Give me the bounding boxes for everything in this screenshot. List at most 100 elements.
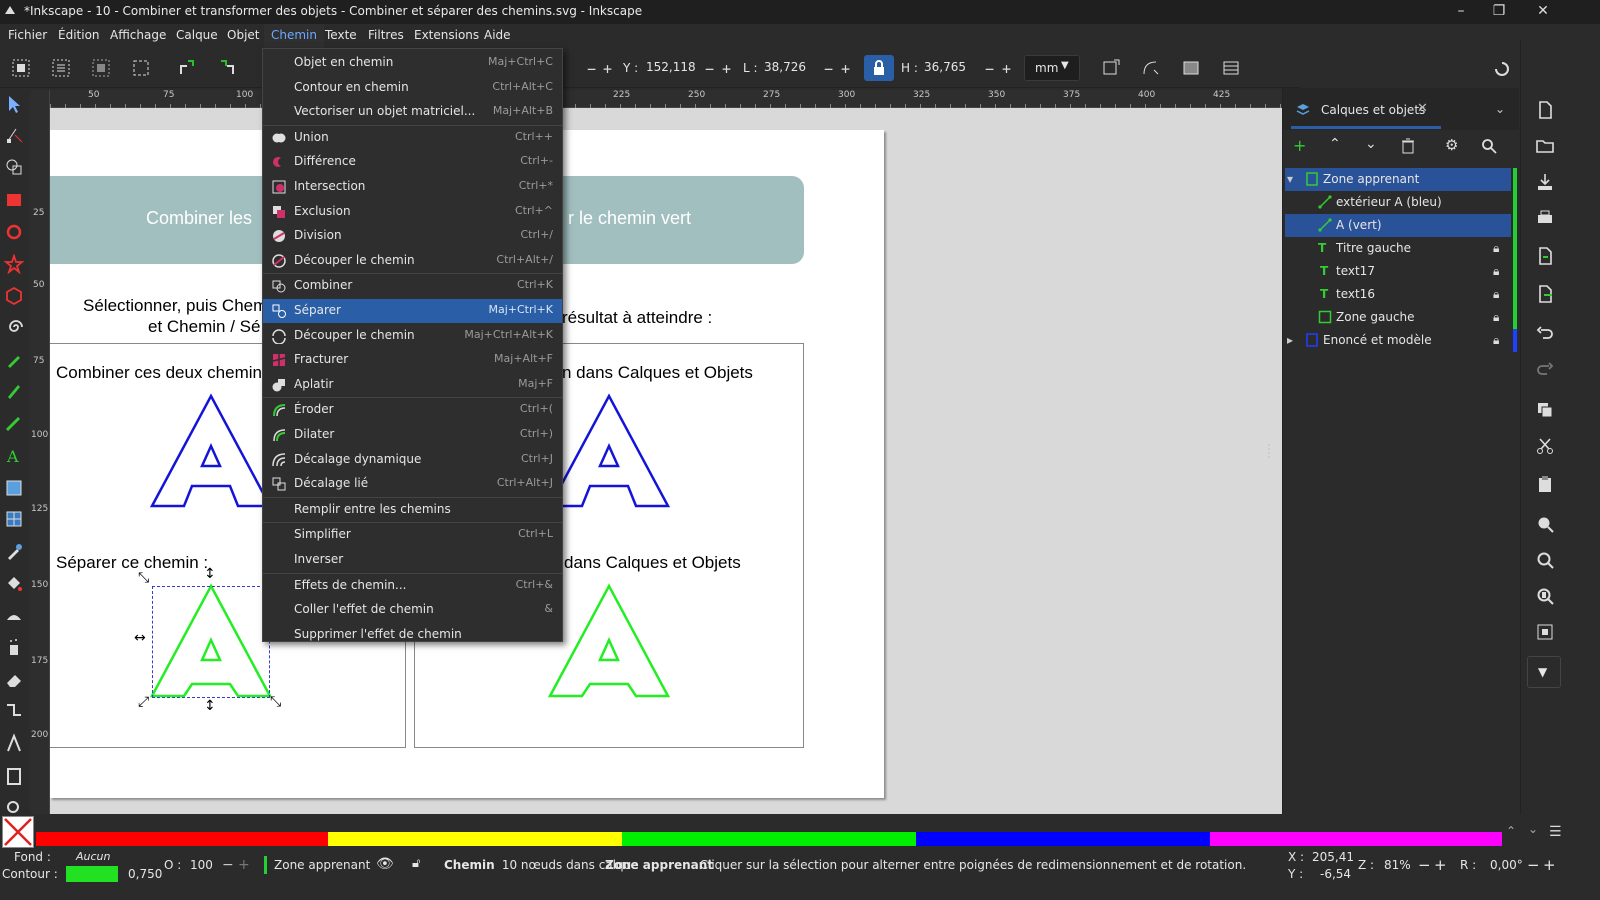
menu-calque[interactable]: Calque — [176, 28, 218, 42]
zoom-selection-icon[interactable] — [1535, 514, 1555, 534]
swatch-blue[interactable] — [916, 832, 1210, 846]
zoom-value[interactable]: 81% — [1384, 858, 1411, 872]
measure-tool-icon[interactable] — [4, 733, 24, 753]
panel-menu-chevron-icon[interactable]: ⌄ — [1495, 102, 1505, 116]
mesh-tool-icon[interactable] — [4, 509, 24, 529]
menu-item-intersection[interactable]: Intersection Ctrl+* — [263, 175, 562, 199]
unlock-icon[interactable]: 🔓︎ — [412, 856, 420, 871]
new-document-icon[interactable] — [1535, 100, 1555, 120]
open-folder-icon[interactable] — [1535, 136, 1555, 156]
export-icon[interactable] — [1535, 284, 1555, 304]
pencil-tool-icon[interactable] — [4, 381, 24, 401]
layer-row-text16[interactable]: T text16 🔒︎ — [1285, 283, 1517, 306]
save-icon[interactable] — [1535, 172, 1555, 192]
stroke-width[interactable]: 0,750 — [128, 867, 162, 881]
rotate-ccw-icon[interactable] — [176, 57, 198, 79]
menu-fichier[interactable]: Fichier — [8, 28, 47, 42]
layer-row-text17[interactable]: T text17 🔒︎ — [1285, 260, 1517, 283]
menu-item-contour-en-chemin[interactable]: Contour en chemin Ctrl+Alt+C — [263, 76, 562, 100]
print-icon[interactable] — [1535, 208, 1555, 228]
search-icon[interactable] — [1481, 138, 1497, 154]
lock-icon[interactable]: 🔒︎ — [1493, 264, 1499, 279]
gradient-tool-icon[interactable] — [4, 478, 24, 498]
rotation-decrement[interactable]: − — [1527, 856, 1540, 874]
text-tool-icon[interactable]: A — [4, 445, 24, 465]
x-decrement-button[interactable]: − — [587, 60, 596, 78]
palette-menu-icon[interactable]: ☰ — [1549, 824, 1562, 840]
move-gradients-icon[interactable] — [1180, 57, 1202, 79]
height-increment-button[interactable]: + — [1002, 60, 1011, 78]
close-tab-icon[interactable]: ✕ — [1417, 101, 1428, 116]
menu-item-supprimer-l-effet-de-chemin[interactable]: Supprimer l'effet de chemin — [263, 623, 562, 647]
menu-item-eroder[interactable]: Éroder Ctrl+( — [263, 398, 562, 422]
redo-icon[interactable] — [1535, 360, 1555, 380]
menu-item-inverser[interactable]: Inverser — [263, 548, 562, 572]
menu-item-exclusion[interactable]: Exclusion Ctrl+^ — [263, 200, 562, 224]
move-patterns-icon[interactable] — [1220, 57, 1242, 79]
import-icon[interactable] — [1535, 246, 1555, 266]
copy-icon[interactable] — [1535, 400, 1555, 420]
connector-tool-icon[interactable] — [4, 700, 24, 720]
blue-letter-a-left[interactable] — [150, 392, 272, 508]
palette-scroll-down-icon[interactable]: ⌄ — [1528, 822, 1538, 836]
fill-value[interactable]: Aucun — [76, 850, 111, 863]
pages-tool-icon[interactable] — [4, 766, 24, 786]
zoom-decrement[interactable]: − — [1418, 856, 1431, 874]
lock-icon[interactable]: 🔒︎ — [1493, 241, 1499, 256]
menu-affichage[interactable]: Affichage — [110, 28, 166, 42]
layer-row-zone-apprenant[interactable]: ▾ Zone apprenant — [1285, 168, 1517, 191]
rectangle-tool-icon[interactable] — [4, 190, 24, 210]
zoom-center-icon[interactable] — [1535, 622, 1555, 642]
menu-filtres[interactable]: Filtres — [368, 28, 404, 42]
more-commands-button[interactable]: ▼ — [1527, 656, 1561, 688]
menu-texte[interactable]: Texte — [325, 28, 357, 42]
y-field[interactable]: 152,118 — [640, 57, 702, 79]
undo-icon[interactable] — [1535, 324, 1555, 344]
current-layer-name[interactable]: Zone apprenant — [274, 858, 370, 872]
menu-item-vectoriser-un-objet-matriciel[interactable]: Vectoriser un objet matriciel... Maj+Alt+… — [263, 100, 562, 124]
deselect-icon[interactable] — [90, 57, 112, 79]
x-increment-button[interactable]: + — [603, 60, 612, 78]
spiral-tool-icon[interactable] — [4, 317, 24, 337]
raise-icon[interactable]: ⌃ — [1329, 136, 1341, 152]
expand-chevron-icon[interactable]: ▸ — [1287, 333, 1293, 347]
menu-item-decouper-le-chemin[interactable]: Découper le chemin Maj+Ctrl+Alt+K — [263, 324, 562, 348]
menu-item-effets-de-chemin[interactable]: Effets de chemin... Ctrl+& — [263, 574, 562, 598]
layer-row-zone-gauche[interactable]: Zone gauche 🔒︎ — [1285, 306, 1517, 329]
menu-edition[interactable]: Édition — [58, 28, 100, 42]
ellipse-tool-icon[interactable] — [4, 222, 24, 242]
scale-corners-icon[interactable] — [1140, 57, 1162, 79]
height-decrement-button[interactable]: − — [985, 60, 994, 78]
menu-item-remplir-entre-les-chemins[interactable]: Remplir entre les chemins — [263, 498, 562, 522]
width-increment-button[interactable]: + — [841, 60, 850, 78]
width-field[interactable]: 38,726 — [758, 57, 822, 79]
resize-handle-sw-icon[interactable]: ⤢ — [138, 694, 149, 710]
opacity-increment[interactable]: + — [238, 857, 250, 873]
layer-row-titre-gauche[interactable]: T Titre gauche 🔒︎ — [1285, 237, 1517, 260]
lock-icon[interactable]: 🔒︎ — [1493, 310, 1499, 325]
opacity-decrement[interactable]: − — [222, 857, 234, 873]
select-all-layers-icon[interactable] — [50, 57, 72, 79]
unit-select[interactable]: mm ▼ — [1024, 55, 1080, 81]
zoom-increment[interactable]: + — [1434, 856, 1447, 874]
layer-row-a-vert[interactable]: A (vert) — [1285, 214, 1517, 237]
resize-handle-se-icon[interactable]: ⤡ — [270, 694, 281, 710]
rotation-increment[interactable]: + — [1543, 856, 1556, 874]
menu-item-decalage-dynamique[interactable]: Décalage dynamique Ctrl+J — [263, 448, 562, 472]
menu-item-division[interactable]: Division Ctrl+/ — [263, 224, 562, 248]
dropper-tool-icon[interactable] — [4, 541, 24, 561]
rotation-value[interactable]: 0,00° — [1490, 858, 1523, 872]
lock-icon[interactable]: 🔒︎ — [1493, 333, 1499, 348]
y-decrement-button[interactable]: − — [705, 60, 714, 78]
panel-splitter-handle[interactable] — [1268, 444, 1272, 458]
scale-stroke-icon[interactable] — [1100, 57, 1122, 79]
delete-icon[interactable] — [1401, 138, 1415, 154]
y-increment-button[interactable]: + — [722, 60, 731, 78]
menu-item-union[interactable]: Union Ctrl++ — [263, 126, 562, 150]
zoom-page-icon[interactable] — [1535, 586, 1555, 606]
settings-gear-icon[interactable]: ⚙ — [1445, 136, 1458, 154]
tweak-tool-icon[interactable] — [4, 606, 24, 626]
swatch-red[interactable] — [36, 832, 328, 846]
node-tool-icon[interactable] — [4, 125, 24, 145]
maximize-button[interactable]: ❐ — [1476, 0, 1522, 24]
